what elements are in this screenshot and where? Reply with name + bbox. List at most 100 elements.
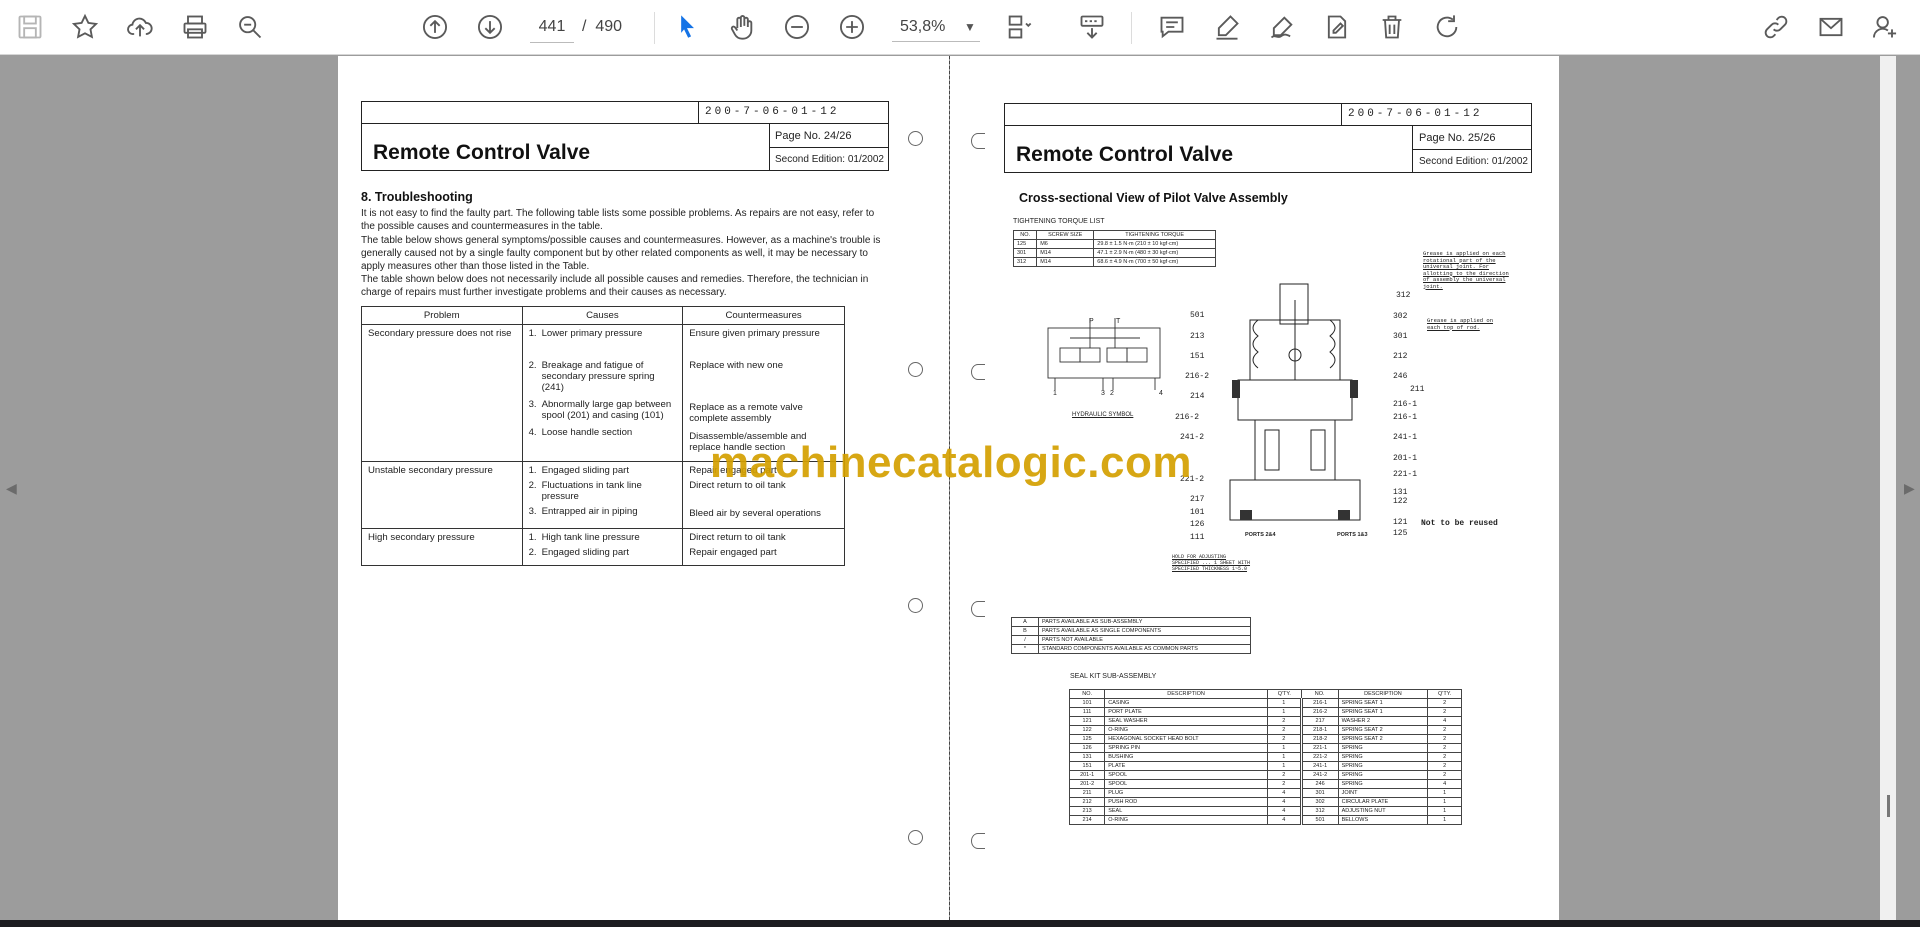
bookmark-star-icon[interactable] (66, 8, 104, 46)
col-header: Causes (521, 306, 684, 325)
cause-text: Loose handle section (541, 427, 633, 438)
account-add-icon[interactable] (1866, 8, 1904, 46)
seal-cell: BUSHING (1104, 752, 1268, 762)
fit-page-icon[interactable] (1000, 8, 1038, 46)
seal-cell: 126 (1068, 743, 1106, 753)
right-panel-toggle-icon[interactable]: ▶ (1904, 480, 1915, 497)
seal-cell: SPRING (1337, 752, 1429, 762)
table-row: 213 SEAL 4 312 ADJUSTING NUT 1 (1068, 806, 1462, 816)
port-label: T (1116, 318, 1121, 325)
callout-label: 211 (1410, 385, 1425, 394)
seal-cell: O-RING (1104, 815, 1268, 825)
seal-cell: 1 (1266, 707, 1303, 717)
fill-sign-icon[interactable] (1318, 8, 1356, 46)
seal-cell: 4 (1427, 779, 1462, 789)
seal-cell: 1 (1427, 797, 1462, 807)
hand-tool-icon[interactable] (723, 8, 761, 46)
zoom-in-icon[interactable] (833, 8, 871, 46)
page-divider (949, 56, 950, 920)
cause-text: Entrapped air in piping (541, 506, 638, 517)
comment-icon[interactable] (1153, 8, 1191, 46)
seal-cell: 216-2 (1300, 707, 1339, 717)
vertical-scrollbar[interactable] (1880, 56, 1896, 922)
seal-cell: PORT PLATE (1104, 707, 1268, 717)
left-panel-toggle-icon[interactable]: ◀ (6, 480, 17, 497)
seal-cell: 241-1 (1300, 761, 1339, 771)
seal-cell: 2 (1266, 734, 1303, 744)
seal-cell: BELLOWS (1337, 815, 1429, 825)
grease-note: Grease is applied on each top of rod. (1427, 317, 1494, 331)
seal-cell: 2 (1427, 734, 1462, 744)
problem-cell: Secondary pressure does not rise (361, 324, 523, 462)
table-row: 211 PLUG 4 301 JOINT 1 (1068, 788, 1462, 798)
seal-cell: SEAL WASHER (1104, 716, 1268, 726)
table-row: * STANDARD COMPONENTS AVAILABLE AS COMMON… (1011, 644, 1251, 654)
seal-kit-caption: SEAL KIT SUB-ASSEMBLY (1070, 673, 1157, 680)
page-number: Page No. 24/26 (775, 130, 852, 142)
doc-number: 200-7-06-01-12 (1348, 108, 1483, 120)
hydraulic-symbol-caption: HYDRAULIC SYMBOL (1072, 412, 1134, 418)
paragraph: The table shown below does not necessari… (361, 274, 869, 298)
causes-cell: 1. Engaged sliding part 2. Fluctuations in… (521, 461, 684, 529)
seal-cell: SPRING (1337, 770, 1429, 780)
callout-label: 125 (1393, 529, 1408, 538)
zoom-search-icon[interactable] (231, 8, 269, 46)
seal-cell: 2 (1427, 725, 1462, 735)
seal-cell: SPRING (1337, 761, 1429, 771)
col-header: Problem (361, 306, 523, 325)
seal-cell: SPRING SEAT 1 (1337, 707, 1429, 717)
cause-text: Breakage and fatigue of secondary pressu… (541, 360, 655, 393)
email-icon[interactable] (1812, 8, 1850, 46)
seal-cell: 4 (1266, 806, 1303, 816)
seal-cell: 1 (1427, 806, 1462, 816)
callout-label: 217 (1190, 495, 1205, 504)
binder-hole (971, 364, 985, 380)
table-row: B PARTS AVAILABLE AS SINGLE COMPONENTS (1011, 626, 1251, 636)
select-cursor-icon[interactable] (668, 8, 706, 46)
paragraph: It is not easy to find the faulty part. … (361, 208, 875, 232)
seal-cell: 221-1 (1300, 743, 1339, 753)
draw-signature-icon[interactable] (1263, 8, 1301, 46)
current-page-input[interactable]: 441 (530, 12, 574, 43)
seal-cell: 2 (1427, 770, 1462, 780)
table-row: 121 SEAL WASHER 2 217 WASHER 24 (1068, 716, 1462, 726)
measure-text: Replace with new one (689, 360, 784, 371)
seal-cell: 1 (1266, 761, 1303, 771)
seal-cell: 2 (1266, 770, 1303, 780)
delete-icon[interactable] (1373, 8, 1411, 46)
callout-label: 212 (1393, 352, 1408, 361)
page-up-icon[interactable] (416, 8, 454, 46)
zoom-out-icon[interactable] (778, 8, 816, 46)
seal-cell: 2 (1427, 761, 1462, 771)
seal-cell: PUSH ROD (1104, 797, 1268, 807)
cause-text: Engaged sliding part (541, 547, 630, 558)
seal-cell: ADJUSTING NUT (1337, 806, 1429, 816)
callout-label: 121 (1393, 518, 1408, 527)
rotate-icon[interactable] (1428, 8, 1466, 46)
highlight-pen-icon[interactable] (1208, 8, 1246, 46)
seal-cell: SPRING SEAT 2 (1337, 734, 1429, 744)
callout-label: 312 (1396, 291, 1411, 300)
seal-cell: CASING (1104, 698, 1268, 708)
seal-cell: 213 (1068, 806, 1106, 816)
save-icon[interactable] (11, 8, 49, 46)
print-icon[interactable] (176, 8, 214, 46)
causes-cell: 1. Lower primary pressure 2. Breakage and … (521, 324, 684, 462)
table-row: / PARTS NOT AVAILABLE (1011, 635, 1251, 645)
seal-cell: 214 (1068, 815, 1106, 825)
seal-cell: 2 (1266, 779, 1303, 789)
binder-hole (971, 833, 985, 849)
callout-label: 131 (1393, 488, 1408, 497)
seal-cell: 2 (1266, 716, 1303, 726)
read-mode-icon[interactable] (1073, 8, 1111, 46)
chevron-down-icon[interactable]: ▼ (960, 14, 980, 40)
share-link-icon[interactable] (1757, 8, 1795, 46)
troubleshooting-table: Problem Causes Countermeasures Secondary… (361, 306, 845, 566)
scrollbar-thumb[interactable] (1887, 795, 1890, 817)
callout-label: 301 (1393, 332, 1408, 341)
page-down-icon[interactable] (471, 8, 509, 46)
upload-cloud-icon[interactable] (121, 8, 159, 46)
seal-cell: SPRING (1337, 743, 1429, 753)
torque-caption: TIGHTENING TORQUE LIST (1013, 218, 1105, 225)
paragraph: The table below shows general symptoms/p… (361, 235, 881, 272)
